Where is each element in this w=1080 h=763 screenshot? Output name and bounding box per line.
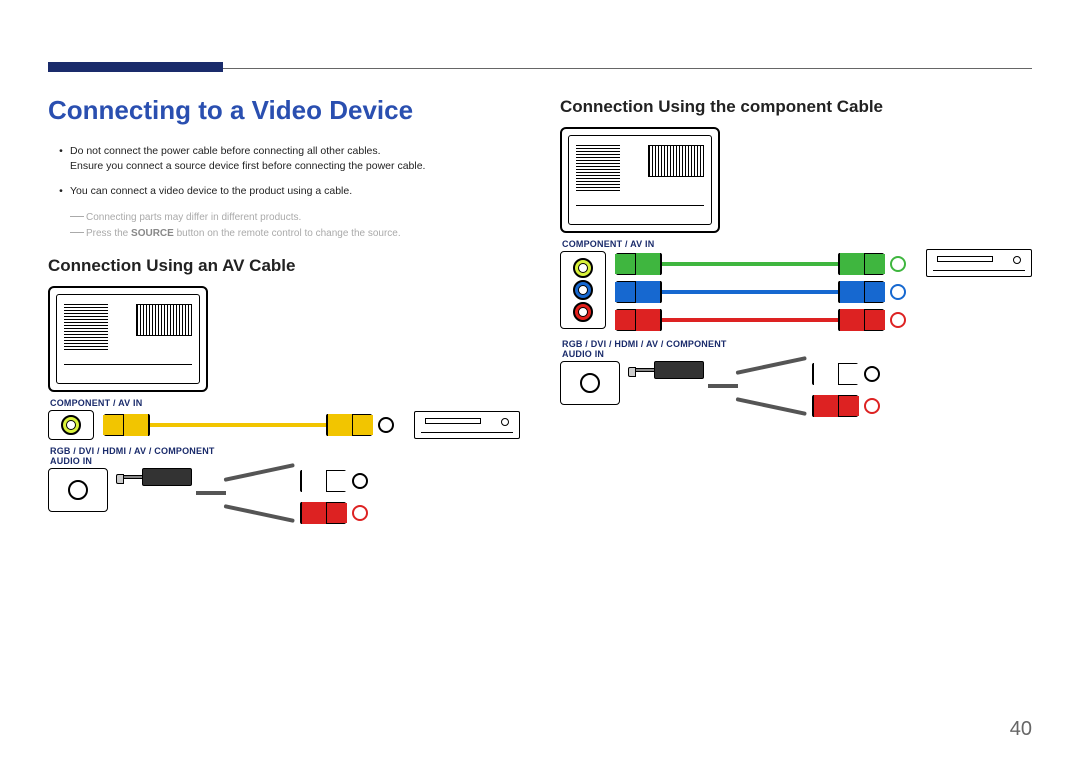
bullet-list: • Do not connect the power cable before … xyxy=(52,144,520,200)
left-column: Connecting to a Video Device • Do not co… xyxy=(48,95,520,526)
diagram-component: COMPONENT / AV IN xyxy=(560,127,1032,419)
jack-ring-icon xyxy=(864,366,880,382)
page-number: 40 xyxy=(1010,718,1032,741)
port-label-component: COMPONENT / AV IN xyxy=(50,398,520,408)
component-audio-row xyxy=(560,361,1032,419)
note-line: Press the SOURCE button on the remote co… xyxy=(70,226,520,242)
video-device-icon xyxy=(926,249,1032,277)
notes-block: Connecting parts may differ in different… xyxy=(70,210,520,242)
rca-plug-icon xyxy=(300,470,346,492)
rca-cable-blue xyxy=(616,279,906,305)
rca-plug-icon xyxy=(838,309,884,331)
rca-jack-icon xyxy=(573,302,593,322)
rca-jack-icon xyxy=(61,415,81,435)
bullet-dot-icon: • xyxy=(52,184,70,199)
bullet-text: You can connect a video device to the pr… xyxy=(70,184,352,199)
bullet-item: • You can connect a video device to the … xyxy=(52,184,520,199)
rca-cable-green xyxy=(616,251,906,277)
jack-column xyxy=(560,251,606,329)
rca-cable-red xyxy=(616,307,906,333)
rca-cable-yellow xyxy=(104,412,394,438)
rca-plug-icon xyxy=(838,281,884,303)
rca-cable-white xyxy=(812,361,880,387)
rca-cable-red xyxy=(812,393,880,419)
cable-splitter-icon xyxy=(708,361,808,411)
main-heading: Connecting to a Video Device xyxy=(48,95,520,126)
cable-wire xyxy=(660,290,840,294)
jack-ring-icon xyxy=(890,312,906,328)
rca-plug-icon xyxy=(104,414,150,436)
jack-ring-icon xyxy=(352,505,368,521)
cable-wire xyxy=(660,262,840,266)
note-post: button on the remote control to change t… xyxy=(174,228,401,239)
jack-ring-icon xyxy=(864,398,880,414)
right-column: Connection Using the component Cable COM… xyxy=(560,95,1032,526)
bullet-text: Do not connect the power cable before co… xyxy=(70,144,425,174)
rca-plug-icon xyxy=(616,253,662,275)
dash-icon xyxy=(70,216,84,217)
jack-column xyxy=(48,410,94,440)
rca-plug-icon xyxy=(838,253,884,275)
note-pre: Press the xyxy=(86,228,131,239)
rca-plug-icon xyxy=(300,502,346,524)
component-video-row xyxy=(560,251,1032,333)
bullet-dot-icon: • xyxy=(52,144,70,174)
av-video-row xyxy=(48,410,520,440)
sub-heading-av: Connection Using an AV Cable xyxy=(48,256,520,276)
audio-jack-box xyxy=(560,361,620,405)
rca-plug-icon xyxy=(616,309,662,331)
port-label-component: COMPONENT / AV IN xyxy=(562,239,1032,249)
sub-heading-component: Connection Using the component Cable xyxy=(560,97,1032,117)
jack-ring-icon xyxy=(890,256,906,272)
note-text: Connecting parts may differ in different… xyxy=(86,210,301,226)
tv-back-icon xyxy=(48,286,208,392)
rca-plug-icon xyxy=(812,363,858,385)
audio-plug-icon xyxy=(142,468,192,486)
rca-plug-icon xyxy=(326,414,372,436)
rca-cable-white xyxy=(300,468,368,494)
cable-wire xyxy=(148,423,328,427)
video-device-icon xyxy=(414,411,520,439)
jack-ring-icon xyxy=(890,284,906,300)
jack-ring-icon xyxy=(352,473,368,489)
rca-cable-red xyxy=(300,500,368,526)
tv-back-icon xyxy=(560,127,720,233)
header-marker xyxy=(48,62,223,72)
note-text: Press the SOURCE button on the remote co… xyxy=(86,226,401,242)
note-bold: SOURCE xyxy=(131,228,174,239)
diagram-av: COMPONENT / AV IN RGB / DVI / HDMI / AV … xyxy=(48,286,520,526)
audio-plug-icon xyxy=(654,361,704,379)
rca-jack-icon xyxy=(573,258,593,278)
port-label-audio: RGB / DVI / HDMI / AV / COMPONENT AUDIO … xyxy=(562,339,1032,359)
rca-jack-icon xyxy=(573,280,593,300)
jack-ring-icon xyxy=(378,417,394,433)
av-audio-row xyxy=(48,468,520,526)
rca-plug-icon xyxy=(812,395,858,417)
cable-splitter-icon xyxy=(196,468,296,518)
dash-icon xyxy=(70,232,84,233)
note-line: Connecting parts may differ in different… xyxy=(70,210,520,226)
rca-plug-icon xyxy=(616,281,662,303)
bullet-item: • Do not connect the power cable before … xyxy=(52,144,520,174)
port-label-audio: RGB / DVI / HDMI / AV / COMPONENT AUDIO … xyxy=(50,446,520,466)
audio-jack-box xyxy=(48,468,108,512)
cable-wire xyxy=(660,318,840,322)
